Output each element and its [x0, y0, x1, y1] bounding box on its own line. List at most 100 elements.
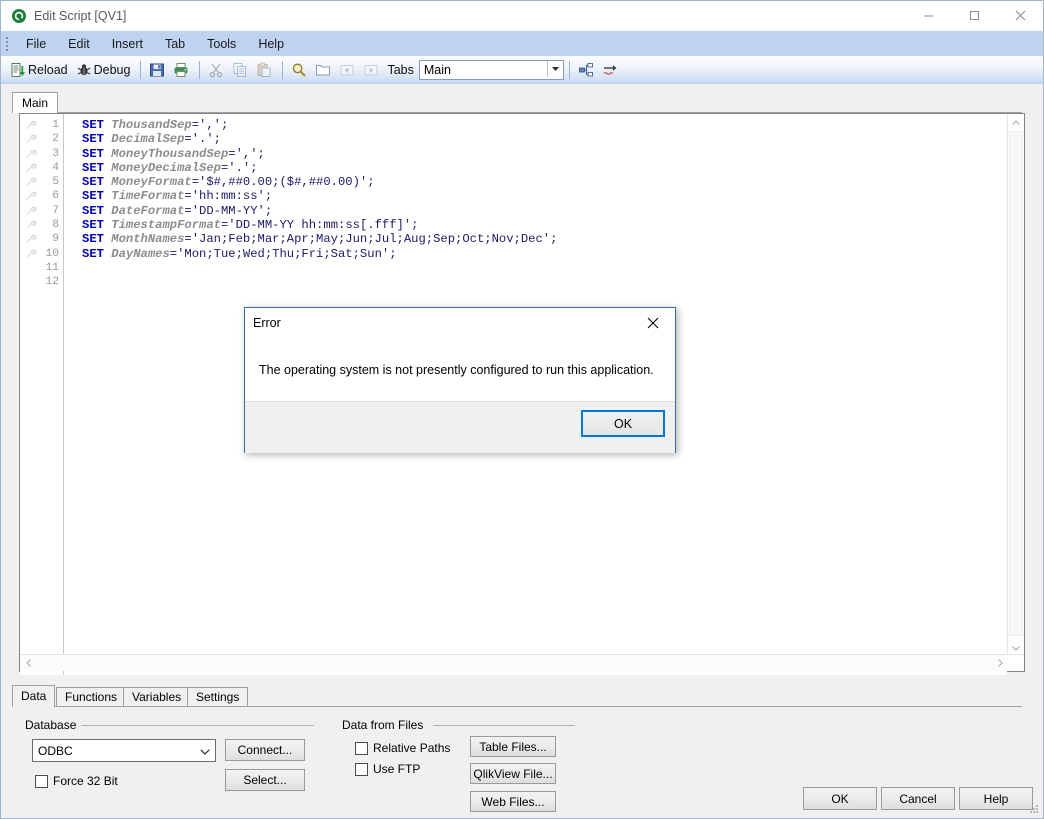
print-icon — [173, 62, 189, 78]
next-tab-icon — [363, 62, 379, 78]
menu-item-help[interactable]: Help — [247, 33, 295, 55]
debug-button[interactable]: Debug — [73, 59, 134, 81]
editor-code-line[interactable]: SET DateFormat='DD-MM-YY'; — [82, 204, 1007, 218]
chevron-down-icon[interactable] — [200, 744, 210, 758]
editor-gutter-wrench-icon[interactable] — [20, 204, 40, 218]
relative-paths-label: Relative Paths — [373, 741, 451, 755]
editor-gutter-wrench-icon[interactable] — [20, 218, 40, 232]
menu-item-tools[interactable]: Tools — [196, 33, 247, 55]
tab-functions[interactable]: Functions — [56, 687, 127, 707]
scroll-left-icon[interactable] — [20, 655, 36, 671]
qlikview-file-button[interactable]: QlikView File... — [470, 763, 556, 784]
menu-item-insert[interactable]: Insert — [101, 33, 154, 55]
scroll-up-icon[interactable] — [1008, 114, 1024, 130]
code-keyword: SET — [82, 189, 112, 204]
editor-gutter-wrench-icon[interactable] — [20, 175, 40, 189]
help-button-label: Help — [983, 791, 1009, 806]
cut-button[interactable] — [205, 59, 227, 81]
save-button[interactable] — [146, 59, 168, 81]
editor-gutter-wrench-icon[interactable] — [20, 132, 40, 146]
editor-line-number: 3 — [52, 147, 59, 160]
editor-gutter-wrench-icon[interactable] — [20, 261, 40, 275]
use-ftp-checkbox-box[interactable] — [355, 762, 368, 776]
menu-item-edit[interactable]: Edit — [57, 33, 101, 55]
editor-code-line[interactable]: SET DayNames='Mon;Tue;Wed;Thu;Fri;Sat;Su… — [82, 247, 1007, 261]
error-dialog-ok-button[interactable]: OK — [581, 410, 665, 437]
print-button[interactable] — [170, 59, 192, 81]
editor-code-line[interactable]: SET MoneyDecimalSep='.'; — [82, 161, 1007, 175]
menu-item-tab[interactable]: Tab — [154, 33, 196, 55]
table-files-button[interactable]: Table Files... — [470, 736, 556, 757]
editor-code-line[interactable] — [82, 275, 1007, 289]
next-tab-button[interactable] — [360, 59, 382, 81]
maximize-icon[interactable] — [951, 1, 997, 30]
reload-button[interactable]: Reload — [7, 59, 71, 81]
code-variable: TimeFormat — [111, 189, 185, 204]
tab-data[interactable]: Data — [12, 685, 56, 707]
scroll-right-icon[interactable] — [992, 655, 1008, 671]
code-keyword: SET — [82, 246, 112, 261]
editor-code-line[interactable]: SET MoneyFormat='$#,##0.00;($#,##0.00)'; — [82, 175, 1007, 189]
editor-code-line[interactable]: SET DecimalSep='.'; — [82, 132, 1007, 146]
editor-code-line[interactable]: SET TimeFormat='hh:mm:ss'; — [82, 189, 1007, 203]
bottom-tabstrip-underline — [12, 706, 1022, 707]
editor-horizontal-scrollbar[interactable] — [20, 654, 1024, 671]
editor-code-line[interactable]: SET ThousandSep=','; — [82, 118, 1007, 132]
script-tab-main[interactable]: Main — [12, 92, 59, 113]
previous-tab-button[interactable] — [336, 59, 358, 81]
editor-gutter-wrench-icon[interactable] — [20, 118, 40, 132]
code-keyword: SET — [82, 232, 112, 247]
script-tab-main-label: Main — [22, 96, 49, 110]
editor-gutter-wrench-icon[interactable] — [20, 232, 40, 246]
menu-item-file[interactable]: File — [15, 33, 57, 55]
copy-button[interactable] — [229, 59, 251, 81]
editor-code-line[interactable] — [82, 261, 1007, 275]
help-button[interactable]: Help — [959, 787, 1033, 810]
editor-code-line[interactable]: SET TimestampFormat='DD-MM-YY hh:mm:ss[.… — [82, 218, 1007, 232]
error-dialog-message: The operating system is not presently co… — [259, 363, 654, 377]
open-folder-button[interactable] — [312, 59, 334, 81]
cancel-button[interactable]: Cancel — [881, 787, 955, 810]
connect-button-label: Connect... — [237, 743, 293, 757]
tab-settings[interactable]: Settings — [187, 687, 249, 707]
chevron-down-icon[interactable] — [546, 61, 563, 77]
find-button[interactable] — [288, 59, 310, 81]
force-32-bit-checkbox[interactable]: Force 32 Bit — [35, 774, 118, 788]
editor-vertical-scrollbar[interactable] — [1007, 114, 1024, 656]
goto-button[interactable] — [599, 59, 621, 81]
connect-button[interactable]: Connect... — [225, 739, 305, 761]
editor-gutter-wrench-icon[interactable] — [20, 189, 40, 203]
force-32-bit-checkbox-box[interactable] — [35, 774, 48, 788]
use-ftp-checkbox[interactable]: Use FTP — [355, 762, 420, 776]
save-icon — [149, 62, 165, 78]
code-variable: ThousandSep — [111, 118, 192, 132]
code-value: ='.'; — [184, 132, 221, 147]
editor-gutter-wrench-icon[interactable] — [20, 161, 40, 175]
editor-line-number: 4 — [52, 161, 59, 174]
tabs-combobox[interactable]: Main — [418, 60, 564, 80]
editor-vertical-scroll-thumb[interactable] — [1009, 131, 1023, 636]
toolbar-separator — [568, 61, 570, 79]
cancel-button-label: Cancel — [899, 791, 937, 806]
web-files-button[interactable]: Web Files... — [470, 791, 556, 812]
editor-gutter-wrench-icon[interactable] — [20, 275, 40, 289]
cut-icon — [208, 62, 224, 78]
editor-code-line[interactable]: SET MonthNames='Jan;Feb;Mar;Apr;May;Jun;… — [82, 232, 1007, 246]
relative-paths-checkbox[interactable]: Relative Paths — [355, 741, 450, 755]
relative-paths-checkbox-box[interactable] — [355, 741, 368, 755]
close-icon[interactable] — [997, 1, 1043, 30]
paste-button[interactable] — [253, 59, 275, 81]
tab-organizer-button[interactable] — [575, 59, 597, 81]
editor-gutter-wrench-icon[interactable] — [20, 247, 40, 261]
ok-button[interactable]: OK — [803, 787, 877, 810]
tab-data-label: Data — [21, 689, 47, 703]
minimize-icon[interactable] — [905, 1, 951, 30]
close-icon[interactable] — [631, 308, 675, 337]
database-driver-combobox[interactable]: ODBC — [32, 739, 216, 762]
tab-variables[interactable]: Variables — [123, 687, 191, 707]
select-button[interactable]: Select... — [225, 769, 305, 791]
editor-gutter-wrench-icon[interactable] — [20, 147, 40, 161]
menu-item-list: File Edit Insert Tab Tools Help — [15, 31, 295, 56]
resize-grip-icon[interactable] — [1028, 803, 1040, 815]
editor-code-line[interactable]: SET MoneyThousandSep=','; — [82, 147, 1007, 161]
